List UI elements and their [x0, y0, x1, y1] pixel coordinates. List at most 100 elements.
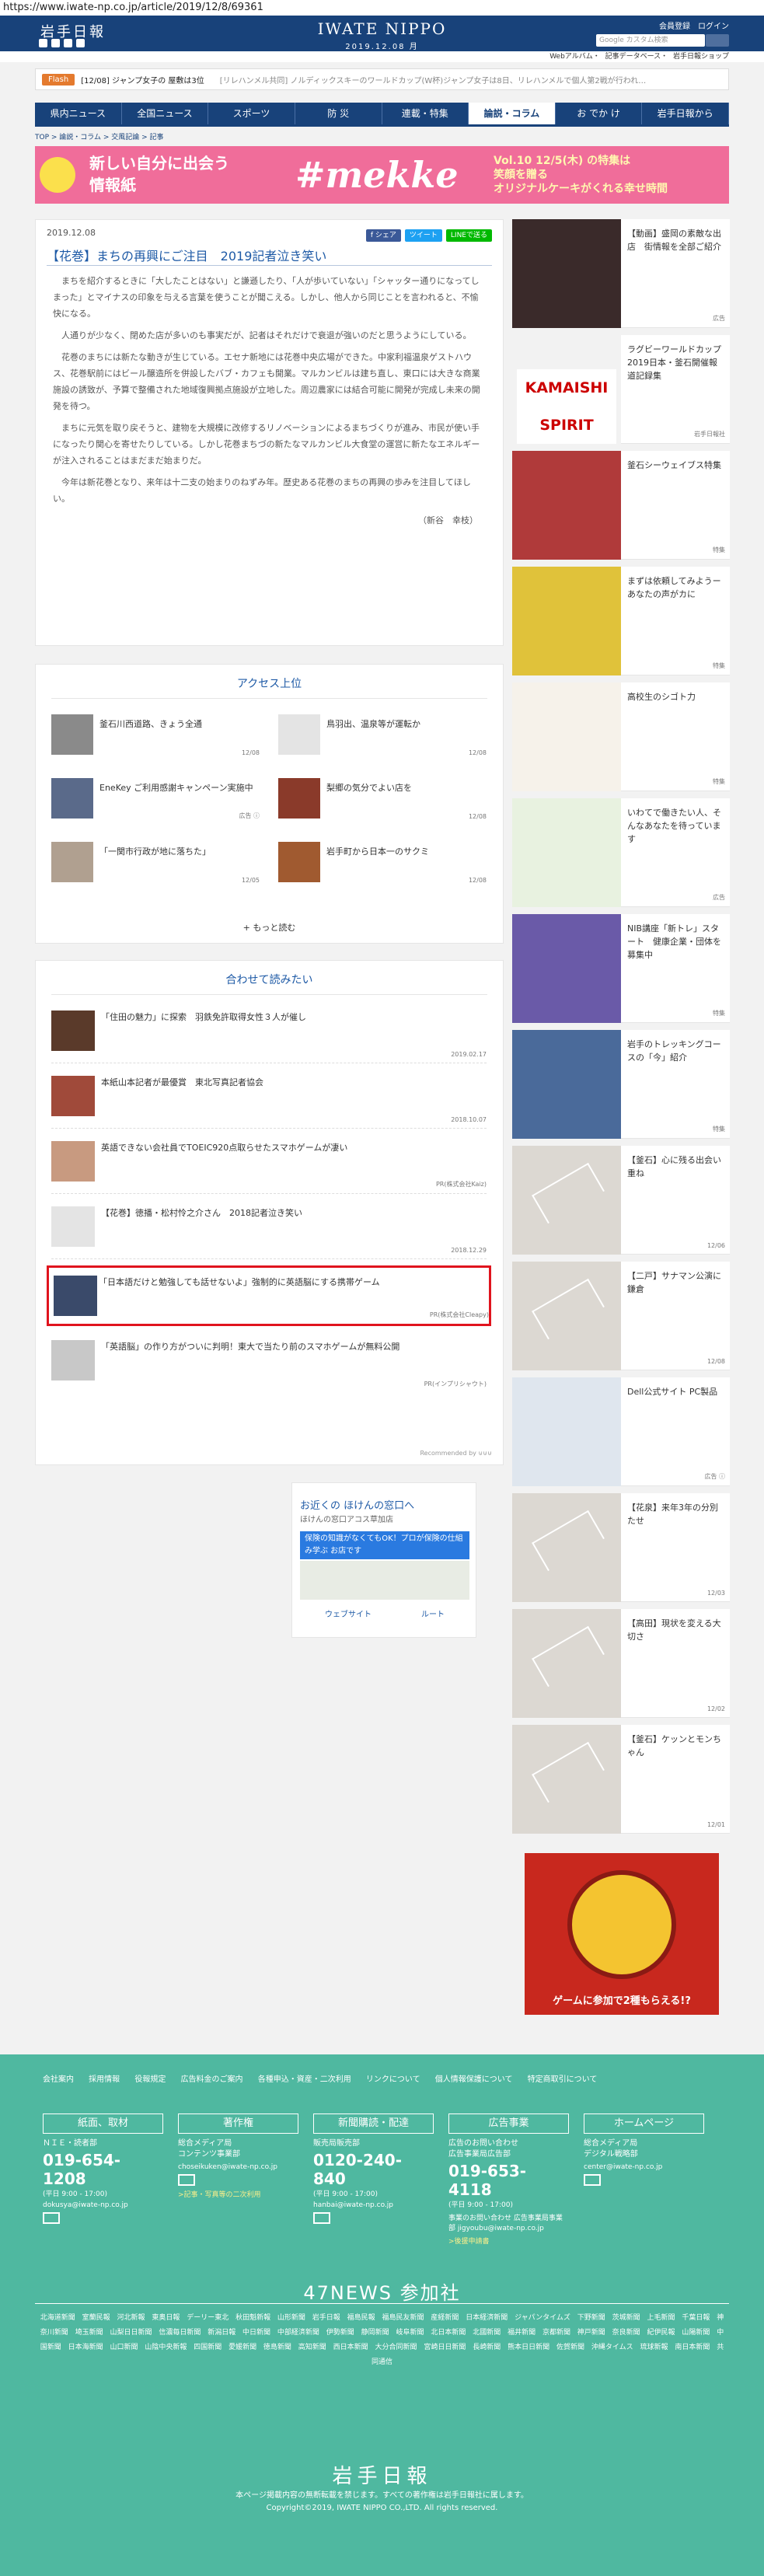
nav-sports[interactable]: スポーツ — [208, 103, 295, 124]
sidebar-item[interactable]: まずは依頼してみようーあなたの声がカに 特集 — [512, 567, 730, 675]
footer-links[interactable]: 会社案内 採用情報 役報規定 広告料金のご案内 各種申込・資産・二次利用 リンク… — [43, 2073, 618, 2087]
contact-heading: 紙面、取材 — [43, 2114, 163, 2134]
search-input[interactable]: Google カスタム検索 — [596, 34, 705, 47]
ranking-item[interactable]: EneKey ご利用感謝キャンペーン実施中 広告 ⓘ — [51, 778, 260, 822]
ranking-item[interactable]: 釜石川西道路、きょう全通 12/08 — [51, 714, 260, 758]
related-item[interactable]: 英語できない会社員でTOEIC920点取らせたスマホゲームが凄い PR(株式会社K… — [51, 1133, 487, 1194]
ranking-title: EneKey ご利用感謝キャンペーン実施中 — [99, 783, 253, 793]
banner-title: #mekke — [295, 154, 459, 196]
sidebar-item-label: 岩手日報社 — [694, 431, 725, 438]
breadcrumb[interactable]: TOP > 論説・コラム > 交風記論 > 記事 — [35, 131, 729, 141]
flash-text[interactable]: [リレハンメル共同] ノルディックスキーのワールドカップ(W杯)ジャンプ女子は8… — [220, 74, 647, 86]
contact-email[interactable]: choseikuken@iwate-np.co.jp — [178, 2163, 298, 2171]
related-item-highlighted[interactable]: 「日本語だけと勉強しても話せないよ」強制的に英語脳にする携帯ゲーム PR(株式会社… — [47, 1265, 491, 1326]
banner-feature: Vol.10 12/5(木) の特集は 笑顔を贈る オリジナルケーキがくれる幸せ… — [494, 155, 668, 195]
sidebar-item[interactable]: Dell公式サイト PC製品 広告 ⓘ — [512, 1377, 730, 1486]
search-button[interactable] — [706, 34, 729, 47]
ad-headline: お近くの ほけんの窓口へ — [300, 1500, 415, 1512]
footer-logo[interactable]: 岩手日報 — [0, 2460, 764, 2489]
sidebar-item[interactable]: NIB講座「新トレ」スタート 健康企業・団体を募集中 特集 — [512, 914, 730, 1023]
contact-email[interactable]: hanbai@iwate-np.co.jp — [313, 2201, 434, 2209]
nav-outing[interactable]: お でか け — [556, 103, 643, 124]
facebook-share-button[interactable]: f シェア — [365, 229, 401, 242]
nav-from-nippo[interactable]: 岩手日報から — [642, 103, 729, 124]
related-item[interactable]: 本紙山本記者が最優賞 東北写真記者協会 2018.10.07 — [51, 1068, 487, 1129]
nav-disaster[interactable]: 防 災 — [295, 103, 382, 124]
sidebar-item-title: 【花泉】来年3年の分別たせ — [627, 1503, 718, 1526]
related-item-source: PR(インプリシャウト) — [424, 1380, 487, 1387]
sidebar-item[interactable]: 【花泉】来年3年の分別たせ 12/03 — [512, 1493, 730, 1602]
ad-website-button[interactable]: ウェブサイト — [325, 1607, 372, 1619]
nav-series[interactable]: 連載・特集 — [382, 103, 469, 124]
contact-email[interactable]: dokusya@iwate-np.co.jp — [43, 2201, 163, 2209]
site-footer: 会社案内 採用情報 役報規定 広告料金のご案内 各種申込・資産・二次利用 リンク… — [0, 2054, 764, 2576]
thumbnail — [51, 1011, 95, 1051]
contact-homepage: ホームページ 総合メディア局 デジタル戦略部 center@iwate-np.co.… — [584, 2114, 704, 2222]
ranking-item[interactable]: 梨郷の気分でよい店を 12/08 — [278, 778, 487, 822]
mail-icon[interactable] — [313, 2212, 330, 2224]
mail-icon[interactable] — [584, 2174, 601, 2186]
sidebar-item[interactable]: 【釜石】心に残る出会い重ね 12/06 — [512, 1146, 730, 1255]
nav-local[interactable]: 県内ニュース — [35, 103, 122, 124]
flash-headline[interactable]: [12/08] ジャンプ女子の 屋敷は3位 — [81, 74, 204, 86]
contact-phone[interactable]: 019-653-4118 — [448, 2162, 569, 2199]
related-item[interactable]: 「住田の魅力」に探索 羽鉄免許取得女性３人が催し 2019.02.17 — [51, 1003, 487, 1063]
sidebar-item[interactable]: 【二戸】サナマン公演に鎌倉 12/08 — [512, 1262, 730, 1370]
tweet-button[interactable]: ツイート — [404, 229, 442, 242]
ranking-date: 12/08 — [241, 749, 260, 756]
register-link[interactable]: 会員登録 — [659, 19, 690, 31]
header-sub-links[interactable]: Webアルバム・ 記事データベース・ 岩手日報ショップ — [0, 51, 764, 62]
contact-dept: ＮＩＥ・読者部 — [43, 2139, 97, 2148]
thumbnail — [51, 714, 93, 755]
related-item-title: 本紙山本記者が最優賞 東北写真記者協会 — [101, 1077, 263, 1087]
secondary-use-link[interactable]: >記事・写真等の二次利用 — [178, 2189, 298, 2199]
contact-ads: 広告事業 広告のお問い合わせ 広告事業局広告部 019-653-4118 (平日 9:… — [448, 2114, 569, 2246]
sidebar-item[interactable]: 岩手のトレッキングコースの「今」紹介 特集 — [512, 1030, 730, 1139]
roulette-ad[interactable]: ゲームに参加で2種もらえる!? — [525, 1853, 719, 2015]
ranking-item[interactable]: 岩手町から日本一のサクミ 12/08 — [278, 842, 487, 885]
related-item[interactable]: 【花巻】徳播・松村怜之介さん 2018記者泣き笑い 2018.12.29 — [51, 1199, 487, 1259]
sidebar-item-title: いわてで働きたい人、そんなあなたを待っています — [627, 808, 721, 844]
contact-email[interactable]: center@iwate-np.co.jp — [584, 2163, 704, 2171]
sidebar-item[interactable]: 釜石シーウェイブス特集 特集 — [512, 451, 730, 560]
line-share-button[interactable]: LINEで送る — [445, 229, 492, 242]
ranking-date: 12/08 — [468, 877, 487, 884]
ad-subline: ほけんの窓口アコス草加店 — [300, 1516, 393, 1524]
url-bar[interactable]: https://www.iwate-np.co.jp/article/2019/… — [0, 0, 764, 16]
sidebar-item[interactable]: 【動画】盛岡の素敵な出店 街情報を全部ご紹介 広告 — [512, 219, 730, 328]
mail-icon[interactable] — [43, 2212, 60, 2224]
share-buttons: f シェア ツイート LINEで送る — [365, 229, 492, 242]
ad-route-button[interactable]: ルート — [421, 1607, 445, 1619]
sidebar-item[interactable]: 【釜石】ケッンとモンちゃん 12/01 — [512, 1725, 730, 1834]
nav-column[interactable]: 論説・コラム — [469, 103, 556, 124]
thumbnail — [512, 451, 621, 560]
login-link[interactable]: ログイン — [698, 19, 729, 31]
thumbnail — [278, 778, 320, 819]
sidebar-item[interactable]: いわてで働きたい人、そんなあなたを待っています 広告 — [512, 798, 730, 907]
ranking-item[interactable]: 「一関市行政が地に落ちた」 12/05 — [51, 842, 260, 885]
divider — [35, 2303, 729, 2304]
sidebar-item[interactable]: KAMAISHI SPIRIT ラグビーワールドカップ2019日本・釜石開催報道記… — [512, 335, 730, 444]
contact-email[interactable]: 事業のお問い合わせ 広告事業局事業部 jigyoubu@iwate-np.co.… — [448, 2212, 569, 2232]
support-request-link[interactable]: >後援申請書 — [448, 2236, 569, 2246]
contact-phone[interactable]: 0120-240-840 — [313, 2151, 434, 2188]
contact-phone[interactable]: 019-654-1208 — [43, 2151, 163, 2188]
nav-national[interactable]: 全国ニュース — [122, 103, 209, 124]
ranking-title: 岩手町から日本一のサクミ — [326, 846, 429, 857]
insurance-ad[interactable]: お近くの ほけんの窓口へ ほけんの窓口アコス草加店 保険の知識がなくてもOK！プ… — [291, 1482, 476, 1638]
related-item[interactable]: 「英語脳」の作り方がついに判明！東大で当たり前のスマホゲームが無料公開 PR(イン… — [51, 1332, 487, 1393]
title-divider — [47, 265, 492, 266]
flash-news[interactable]: Flash [12/08] ジャンプ女子の 屋敷は3位 [リレハンメル共同] ノ… — [35, 68, 729, 90]
access-ranking: アクセス上位 釜石川西道路、きょう全通 12/08 鳥羽出、温泉等が運転か 12/0… — [35, 664, 504, 944]
sidebar-item[interactable]: 【高田】現状を変える大切さ 12/02 — [512, 1609, 730, 1718]
thumbnail — [51, 778, 93, 819]
sidebar-item-title: 【二戸】サナマン公演に鎌倉 — [627, 1271, 721, 1294]
more-button[interactable]: + もっと読む — [36, 921, 503, 934]
ranking-item[interactable]: 鳥羽出、温泉等が運転か 12/08 — [278, 714, 487, 758]
sidebar-item[interactable]: 高校生のシゴト力 特集 — [512, 682, 730, 791]
mekke-banner[interactable]: 新しい自分に出会う 情報紙 #mekke Vol.10 12/5(木) の特集は… — [35, 146, 729, 204]
partner-papers[interactable]: 北海道新聞 室蘭民報 河北新報 東奥日報 デーリー東北 秋田魁新報 山形新聞 岩… — [39, 2311, 725, 2370]
ranking-title: 「一関市行政が地に落ちた」 — [99, 846, 211, 857]
thumbnail — [512, 1146, 621, 1255]
mail-icon[interactable] — [178, 2174, 195, 2186]
